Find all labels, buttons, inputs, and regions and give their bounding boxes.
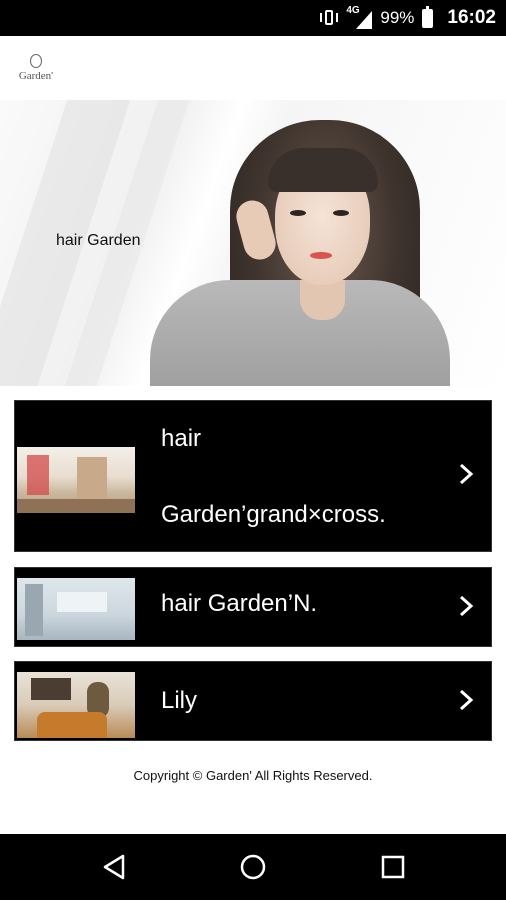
home-icon[interactable] xyxy=(233,847,273,887)
chevron-right-icon xyxy=(459,689,474,711)
copyright-text: Copyright © Garden' All Rights Reserved. xyxy=(133,768,373,783)
salon-card-grand-cross[interactable]: hair Garden’grand×cross. xyxy=(14,400,492,552)
salon-name-line2: Garden’grand×cross. xyxy=(161,501,386,528)
back-icon[interactable] xyxy=(94,847,134,887)
signal-icon: 4G xyxy=(346,5,373,29)
logo-text: Garden' xyxy=(18,70,54,82)
salon-thumbnail xyxy=(17,578,135,640)
salon-name-line1: hair xyxy=(161,425,202,452)
vibrate-icon xyxy=(320,8,339,28)
battery-percent: 99% xyxy=(380,8,415,27)
clock: 16:02 xyxy=(447,7,496,28)
logo-mark-icon xyxy=(30,54,42,68)
status-icons: 4G 99% 16:02 xyxy=(320,0,496,36)
chevron-right-icon xyxy=(459,463,474,485)
chevron-right-icon xyxy=(459,595,474,617)
battery-icon xyxy=(422,5,434,28)
recents-icon[interactable] xyxy=(373,847,413,887)
salon-thumbnail xyxy=(17,672,135,738)
salon-card-lily[interactable]: Lily xyxy=(14,661,492,741)
hero-model-photo xyxy=(150,110,450,386)
hero-caption: hair Garden xyxy=(56,232,141,249)
salon-name: hair Garden’N. xyxy=(161,590,318,617)
navigation-bar xyxy=(0,834,506,900)
status-bar: 4G 99% 16:02 xyxy=(0,0,506,36)
hero-carousel[interactable]: hair Garden xyxy=(0,100,506,386)
salon-thumbnail xyxy=(17,447,135,513)
app-header: Garden' xyxy=(0,36,506,100)
salon-name: Lily xyxy=(161,687,198,714)
garden-logo[interactable]: Garden' xyxy=(12,54,60,92)
salon-card-garden-n[interactable]: hair Garden’N. xyxy=(14,567,492,647)
